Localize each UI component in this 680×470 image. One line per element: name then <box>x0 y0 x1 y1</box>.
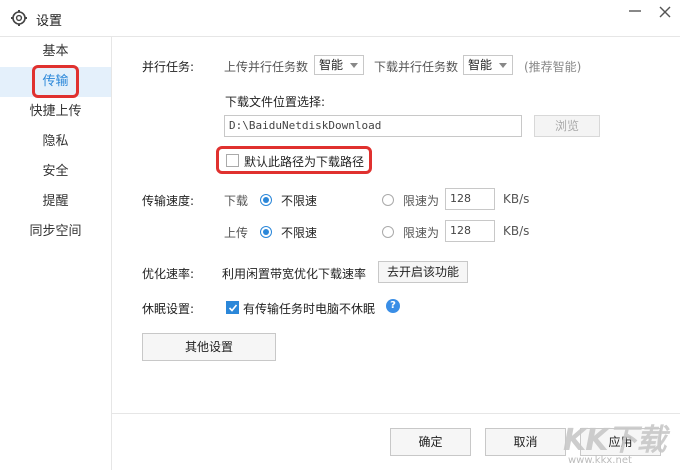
upload-parallel-select[interactable]: 智能 <box>314 55 364 75</box>
help-icon[interactable]: ? <box>386 299 400 313</box>
upload-limit-radio[interactable] <box>382 226 394 238</box>
upload-unlimited-label[interactable]: 不限速 <box>281 224 317 241</box>
highlight-box-transfer <box>32 65 79 98</box>
close-icon[interactable] <box>656 3 674 21</box>
recommend-hint: (推荐智能) <box>524 60 582 74</box>
title-bar: 设置 <box>0 0 680 37</box>
upload-unlimited-radio[interactable] <box>260 226 272 238</box>
no-sleep-checkbox[interactable] <box>226 301 239 314</box>
download-unlimited-radio[interactable] <box>260 194 272 206</box>
sidebar-item-basic[interactable]: 基本 <box>0 37 111 67</box>
other-settings-button[interactable]: 其他设置 <box>142 333 276 361</box>
ok-button[interactable]: 确定 <box>390 428 471 456</box>
sleep-settings-label: 休眠设置: <box>142 302 195 316</box>
download-limit-input[interactable]: 128 <box>445 188 495 210</box>
download-parallel-label: 下载并行任务数 <box>374 60 459 74</box>
minimize-icon[interactable] <box>626 4 644 18</box>
upload-limit-input[interactable]: 128 <box>445 220 495 242</box>
sidebar-item-reminder[interactable]: 提醒 <box>0 187 111 217</box>
enable-optimize-button[interactable]: 去开启该功能 <box>378 261 468 283</box>
highlight-box-default-path <box>216 146 372 174</box>
settings-sidebar: 基本 传输 快捷上传 隐私 安全 提醒 同步空间 <box>0 37 112 470</box>
optimize-speed-label: 优化速率: <box>142 267 195 281</box>
browse-button[interactable]: 浏览 <box>534 115 600 137</box>
sidebar-item-security[interactable]: 安全 <box>0 157 111 187</box>
download-location-label: 下载文件位置选择: <box>225 95 326 109</box>
parallel-tasks-label: 并行任务: <box>142 60 195 74</box>
watermark-url: www.kkx.net <box>568 455 632 466</box>
sidebar-item-quick-upload[interactable]: 快捷上传 <box>0 97 111 127</box>
transfer-speed-label: 传输速度: <box>142 194 195 208</box>
transfer-settings-panel: 并行任务: 上传并行任务数 智能 下载并行任务数 智能 (推荐智能) 下载文件位… <box>112 37 680 470</box>
download-parallel-select[interactable]: 智能 <box>463 55 513 75</box>
download-speed-label: 下载 <box>224 194 249 208</box>
optimize-description: 利用闲置带宽优化下载速率 <box>222 267 367 281</box>
chevron-down-icon <box>350 63 358 68</box>
download-limit-label[interactable]: 限速为 <box>403 192 439 209</box>
download-path-field[interactable]: D:\BaiduNetdiskDownload <box>224 115 522 137</box>
no-sleep-label[interactable]: 有传输任务时电脑不休眠 <box>243 300 375 317</box>
download-unit-label: KB/s <box>503 192 530 206</box>
download-limit-radio[interactable] <box>382 194 394 206</box>
sidebar-item-sync-space[interactable]: 同步空间 <box>0 217 111 247</box>
download-unlimited-label[interactable]: 不限速 <box>281 192 317 209</box>
gear-icon <box>11 10 27 26</box>
upload-unit-label: KB/s <box>503 224 530 238</box>
upload-speed-label: 上传 <box>224 226 249 240</box>
sidebar-item-privacy[interactable]: 隐私 <box>0 127 111 157</box>
footer-divider <box>112 413 680 414</box>
upload-parallel-label: 上传并行任务数 <box>224 60 309 74</box>
checkmark-icon <box>228 304 238 312</box>
upload-limit-label[interactable]: 限速为 <box>403 224 439 241</box>
watermark-logo: KK下载 <box>563 423 666 458</box>
window-title: 设置 <box>36 14 63 29</box>
cancel-button[interactable]: 取消 <box>485 428 566 456</box>
chevron-down-icon <box>499 63 507 68</box>
